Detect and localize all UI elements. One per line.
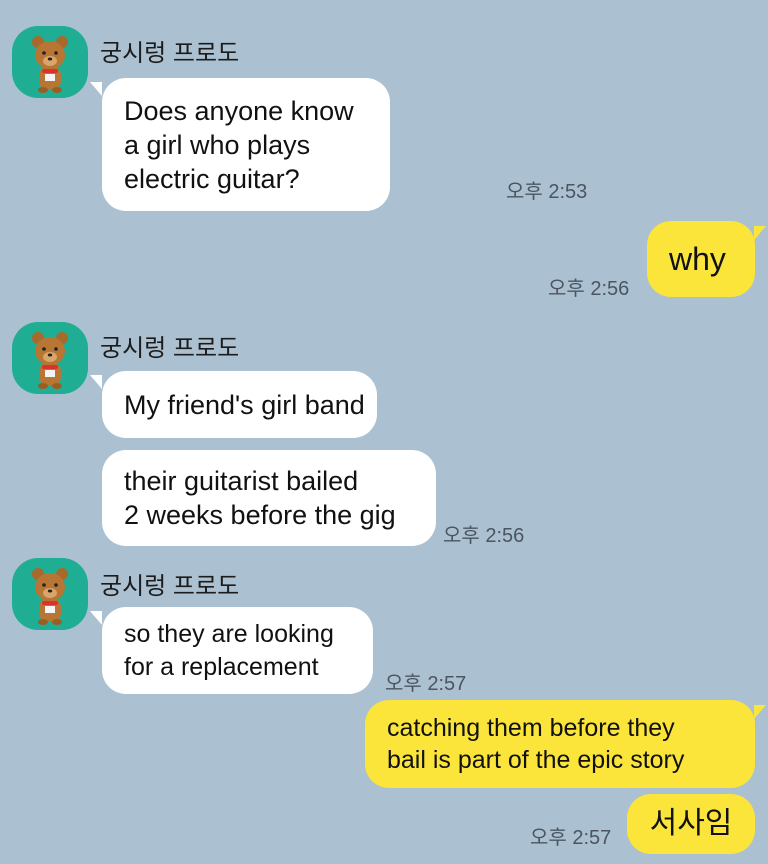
message-line: so they are looking <box>124 619 334 648</box>
sender-avatar[interactable] <box>12 322 88 394</box>
message-timestamp: 오후 2:56 <box>443 525 525 547</box>
message-bubble-incoming[interactable]: Does anyone know a girl who plays electr… <box>102 78 390 211</box>
bubble-tail <box>90 611 102 625</box>
message-line: electric guitar? <box>124 163 300 194</box>
message-line: 2 weeks before the gig <box>124 500 396 530</box>
message-line: for a replacement <box>124 652 319 681</box>
message-timestamp: 오후 2:57 <box>530 827 612 849</box>
sender-avatar[interactable] <box>12 26 88 98</box>
message-line: why <box>669 241 726 277</box>
bubble-tail <box>754 226 766 240</box>
message-line: bail is part of the epic story <box>387 746 685 774</box>
message-bubble-outgoing[interactable]: 서사임 <box>627 794 755 854</box>
bear-character-avatar-icon <box>32 332 68 389</box>
message-line: their guitarist bailed <box>124 466 359 496</box>
sender-name: 궁시렁 프로도 <box>100 335 240 362</box>
sender-name: 궁시렁 프로도 <box>100 40 240 67</box>
message-line: catching them before they <box>387 714 675 742</box>
message-timestamp: 오후 2:53 <box>506 181 588 203</box>
bubble-tail <box>754 705 766 719</box>
message-bubble-outgoing[interactable]: why <box>647 221 755 297</box>
message-line: My friend's girl band <box>124 389 365 420</box>
message-timestamp: 오후 2:57 <box>385 673 467 695</box>
sender-avatar[interactable] <box>12 558 88 630</box>
bear-character-avatar-icon <box>32 36 68 93</box>
message-bubble-incoming[interactable]: My friend's girl band <box>102 371 377 438</box>
message-timestamp: 오후 2:56 <box>548 278 630 300</box>
bubble-tail <box>90 82 102 96</box>
bubble-tail <box>90 375 102 389</box>
message-line: Does anyone know <box>124 95 354 126</box>
message-bubble-incoming[interactable]: their guitarist bailed 2 weeks before th… <box>102 450 436 546</box>
message-bubble-incoming[interactable]: so they are looking for a replacement <box>102 607 373 694</box>
message-bubble-outgoing[interactable]: catching them before they bail is part o… <box>365 700 755 788</box>
message-line: a girl who plays <box>124 129 311 160</box>
message-line: 서사임 <box>649 807 733 840</box>
sender-name: 궁시렁 프로도 <box>100 573 240 600</box>
bear-character-avatar-icon <box>32 568 68 625</box>
